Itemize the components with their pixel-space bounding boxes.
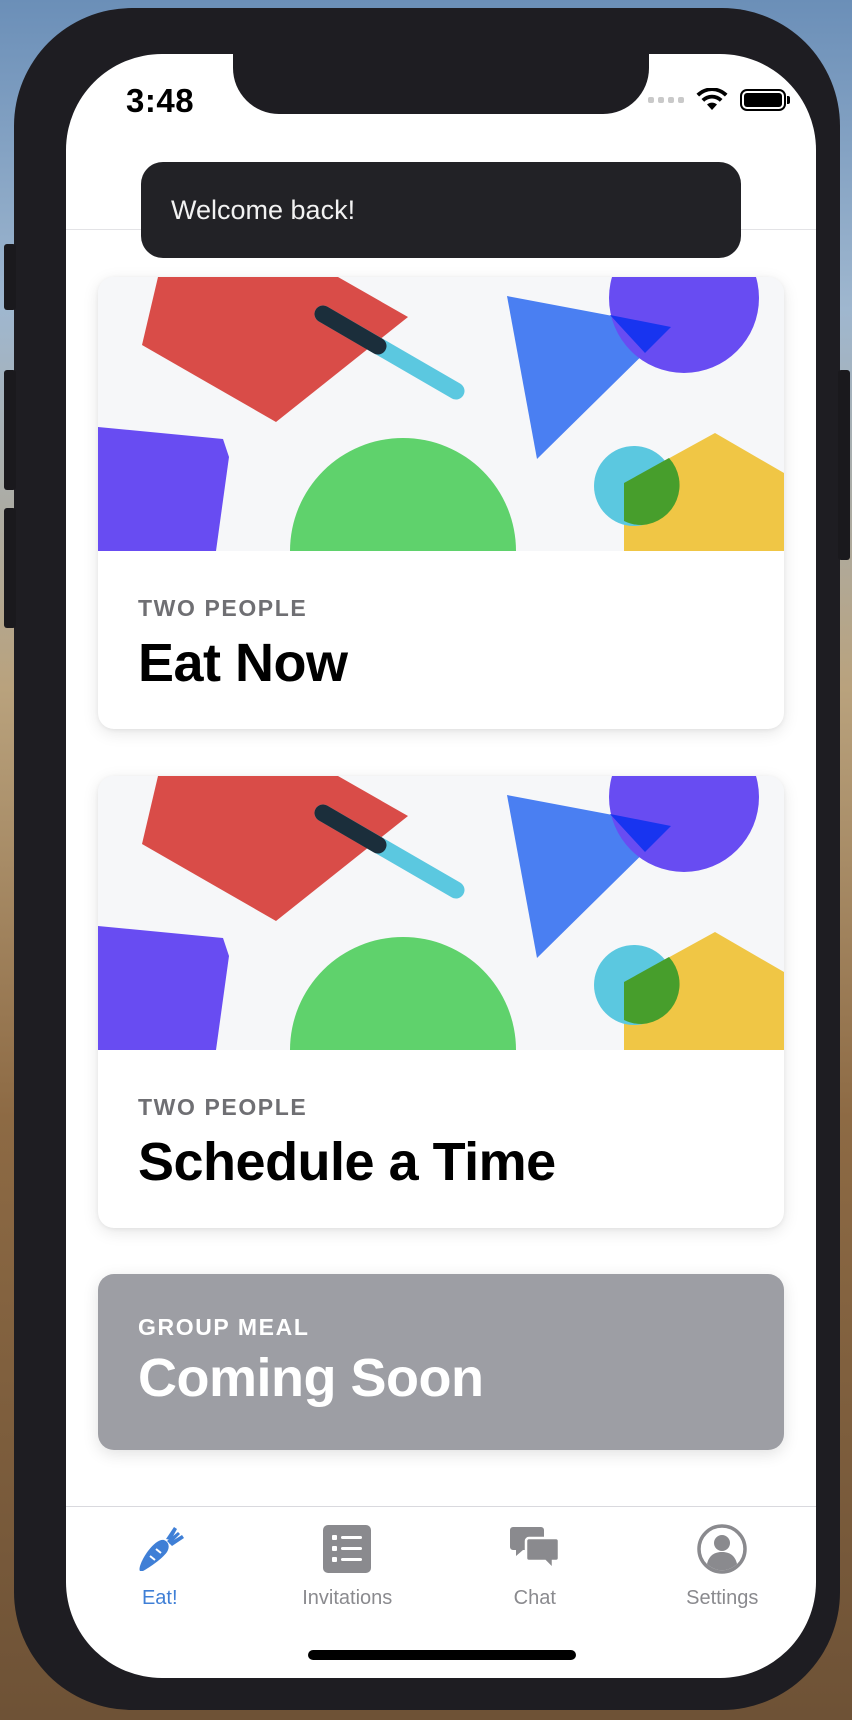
tab-chat[interactable]: Chat <box>441 1507 629 1627</box>
status-time: 3:48 <box>126 82 195 119</box>
device-frame: 3:48 TWO PEOPLE Eat Now TWO PEOPLE Sched… <box>4 8 850 1710</box>
tab-eat[interactable]: Eat! <box>66 1507 254 1627</box>
card-eyebrow: TWO PEOPLE <box>138 595 308 621</box>
toast-message: Welcome back! <box>171 194 356 225</box>
tab-invitations[interactable]: Invitations <box>254 1507 442 1627</box>
welcome-toast: Welcome back! <box>141 162 741 258</box>
power-button <box>838 370 850 560</box>
app-screen: 3:48 TWO PEOPLE Eat Now TWO PEOPLE Sched… <box>66 54 816 1678</box>
card-eyebrow: GROUP MEAL <box>138 1314 310 1340</box>
card-illustration <box>98 277 784 551</box>
chat-bubbles-icon <box>507 1521 563 1577</box>
status-indicators <box>648 84 790 116</box>
card-eyebrow: TWO PEOPLE <box>138 1094 308 1120</box>
list-icon <box>319 1521 375 1577</box>
tab-label: Settings <box>686 1587 759 1609</box>
card-illustration <box>98 776 784 1050</box>
card-title: Coming Soon <box>138 1348 484 1408</box>
carrot-icon <box>132 1521 188 1577</box>
card-title: Eat Now <box>138 633 348 693</box>
wifi-icon <box>696 88 728 110</box>
group-meal-card: GROUP MEAL Coming Soon <box>98 1274 784 1450</box>
card-title: Schedule a Time <box>138 1132 556 1192</box>
tab-label: Chat <box>513 1587 556 1609</box>
eat-now-card[interactable]: TWO PEOPLE Eat Now <box>98 277 784 729</box>
mute-switch <box>4 244 16 310</box>
user-circle-icon <box>694 1521 750 1577</box>
tab-label: Invitations <box>302 1587 393 1609</box>
home-indicator[interactable] <box>308 1650 576 1660</box>
tab-label: Eat! <box>141 1587 178 1609</box>
tab-bar: Eat! Invitations Chat Settings <box>66 1507 816 1627</box>
battery-icon <box>740 89 790 111</box>
cellular-signal-icon <box>648 97 684 103</box>
volume-down-button <box>4 508 16 628</box>
device-notch <box>233 54 649 114</box>
tab-settings[interactable]: Settings <box>629 1507 817 1627</box>
schedule-time-card[interactable]: TWO PEOPLE Schedule a Time <box>98 776 784 1228</box>
volume-up-button <box>4 370 16 490</box>
